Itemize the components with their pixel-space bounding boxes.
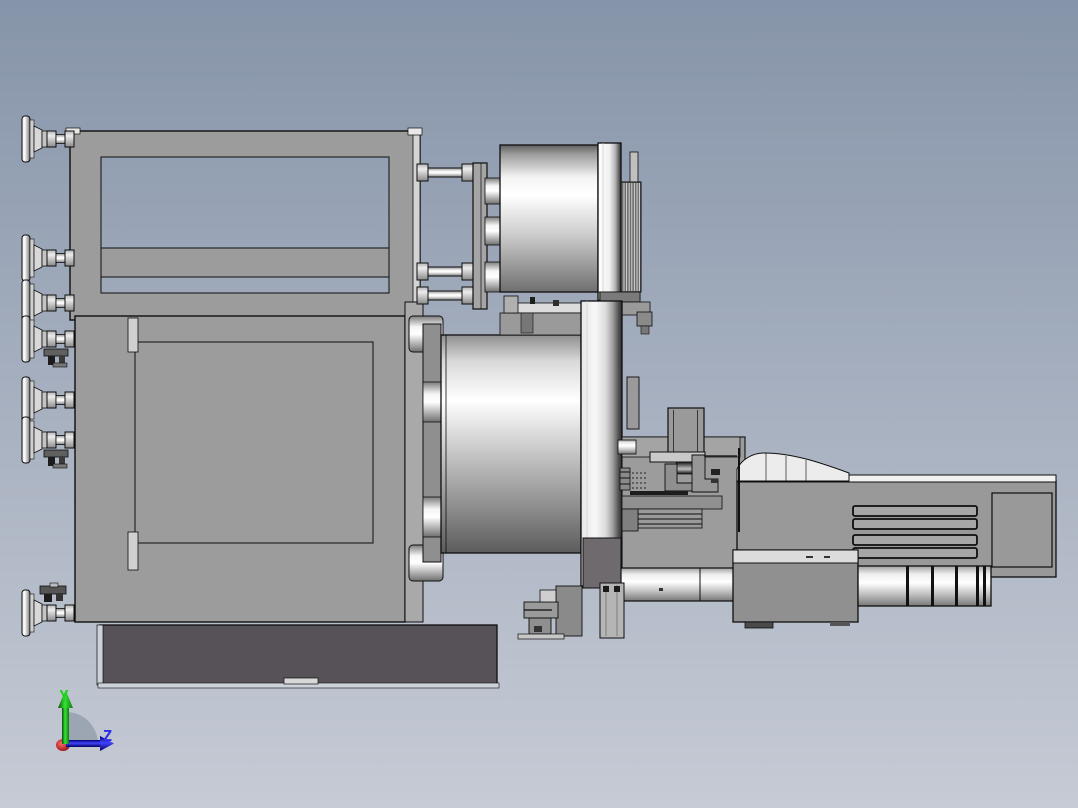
lower-frame[interactable] [74,315,406,623]
rail-bolt-2 [614,586,620,592]
base-body[interactable] [99,624,498,686]
vent-slot [852,534,978,546]
vent-slot [852,518,978,530]
mid-drum[interactable] [440,334,582,554]
window-crossbar[interactable] [100,247,390,278]
y-axis-label: Y [59,687,68,705]
bracket-clamp [503,295,519,314]
gearbox-mark-2 [824,556,830,558]
lower-frame-face[interactable] [74,315,406,623]
base-plate[interactable] [96,624,500,689]
black-bar [630,491,688,495]
frame-cap-right [407,127,423,136]
top-drum-body[interactable] [499,144,599,293]
lower-frame-tab-top [127,317,139,353]
lower-column [555,585,583,637]
vent-slot [852,547,978,559]
bracket-bit-2 [553,300,559,306]
mid-drum-body[interactable] [440,334,582,554]
fin-lines [623,183,640,291]
flange-dark-block [582,537,622,589]
gearbox-mark-1 [806,556,813,558]
clamp-dark-bit [534,626,542,632]
stacked-plates [621,508,703,532]
gearbox-top-strip [732,549,859,564]
model-view[interactable]: Y Z [0,0,1078,808]
gearbox[interactable] [732,549,859,629]
bracket-bit-1 [530,297,535,304]
mech-bit-1 [711,469,720,475]
gearbox-foot-2 [830,622,850,626]
drive-shaft[interactable] [620,567,735,602]
bracket-block [499,312,583,336]
white-stub [617,439,637,455]
lower-frame-tab-bottom [127,531,139,571]
bracket-dark [520,312,534,334]
drive-shaft-mark [659,588,663,591]
upper-frame[interactable] [65,127,423,321]
mid-cylinder-mount[interactable] [404,301,444,623]
drive-shaft-body[interactable] [620,567,735,602]
ribbed-shaft-body[interactable] [857,565,992,607]
gray-bar [621,495,723,510]
hub-bump-top [422,381,443,423]
mech-bit-2 [711,479,718,483]
vertical-post[interactable] [667,407,705,454]
vent-slot [852,505,978,517]
upper-right-bracket [626,376,640,430]
base-edge-left [96,624,104,686]
gearbox-foot-1 [744,621,774,629]
linear-rail[interactable] [599,582,625,639]
cad-viewport[interactable]: Y Z [0,0,1078,808]
fin-top-stub [629,151,639,183]
rail-bolt-1 [603,586,609,592]
z-axis-label: Z [103,727,112,745]
top-flange-disc[interactable] [597,142,622,306]
bracket-bar [515,302,583,314]
base-center-tab [283,677,319,685]
ribbed-shaft[interactable] [857,565,992,607]
motor-fin-block[interactable] [620,181,642,293]
clamp-light-piece [539,589,557,603]
hub-bump-bottom [422,496,443,538]
clamp-floor [517,633,565,640]
